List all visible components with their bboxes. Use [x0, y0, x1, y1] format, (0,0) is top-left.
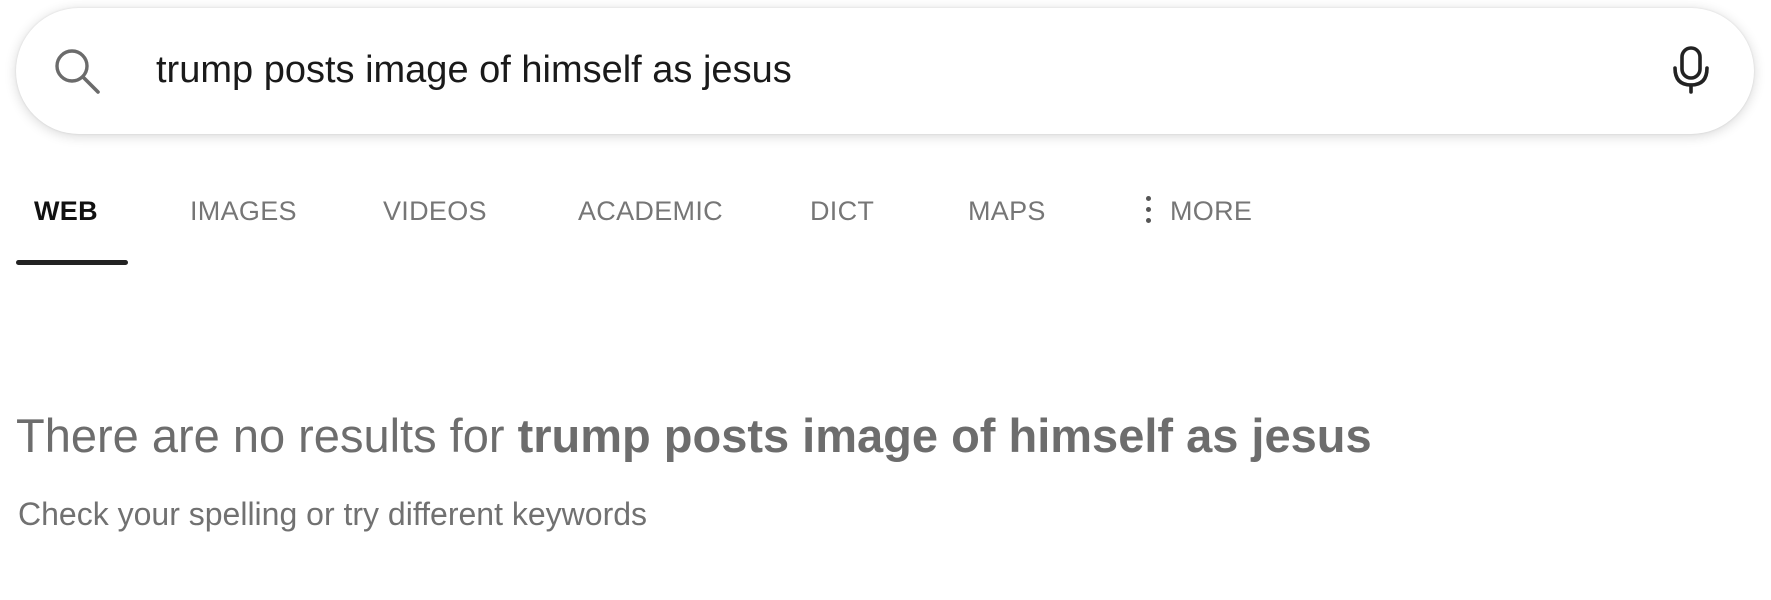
no-results-query: trump posts image of himself as jesus — [517, 409, 1372, 462]
tab-label: ACADEMIC — [578, 196, 723, 226]
search-icon[interactable] — [52, 46, 102, 96]
no-results-message: There are no results for trump posts ima… — [16, 408, 1372, 463]
tab-web[interactable]: WEB — [34, 182, 98, 264]
search-tabs: WEB IMAGES VIDEOS ACADEMIC DICT MAPS MOR… — [16, 182, 1756, 265]
tab-maps[interactable]: MAPS — [968, 182, 1046, 264]
tab-label: WEB — [34, 196, 98, 226]
tab-academic[interactable]: ACADEMIC — [578, 182, 723, 264]
tab-videos[interactable]: VIDEOS — [383, 182, 487, 264]
tab-label: IMAGES — [190, 196, 297, 226]
search-box[interactable] — [16, 8, 1754, 134]
tab-label: DICT — [810, 196, 875, 226]
search-input[interactable] — [156, 38, 1606, 102]
tab-label: VIDEOS — [383, 196, 487, 226]
tab-dict[interactable]: DICT — [810, 182, 874, 264]
active-tab-indicator — [16, 260, 128, 265]
tab-label: MAPS — [968, 196, 1046, 226]
spelling-hint: Check your spelling or try different key… — [18, 496, 648, 532]
kebab-menu-icon — [1144, 196, 1152, 226]
tab-images[interactable]: IMAGES — [190, 182, 297, 264]
tab-more[interactable]: MORE — [1144, 182, 1252, 264]
microphone-icon — [1671, 44, 1711, 99]
microphone-button[interactable] — [1664, 44, 1718, 98]
tab-label: MORE — [1170, 196, 1253, 226]
no-results-prefix: There are no results for — [16, 409, 518, 462]
